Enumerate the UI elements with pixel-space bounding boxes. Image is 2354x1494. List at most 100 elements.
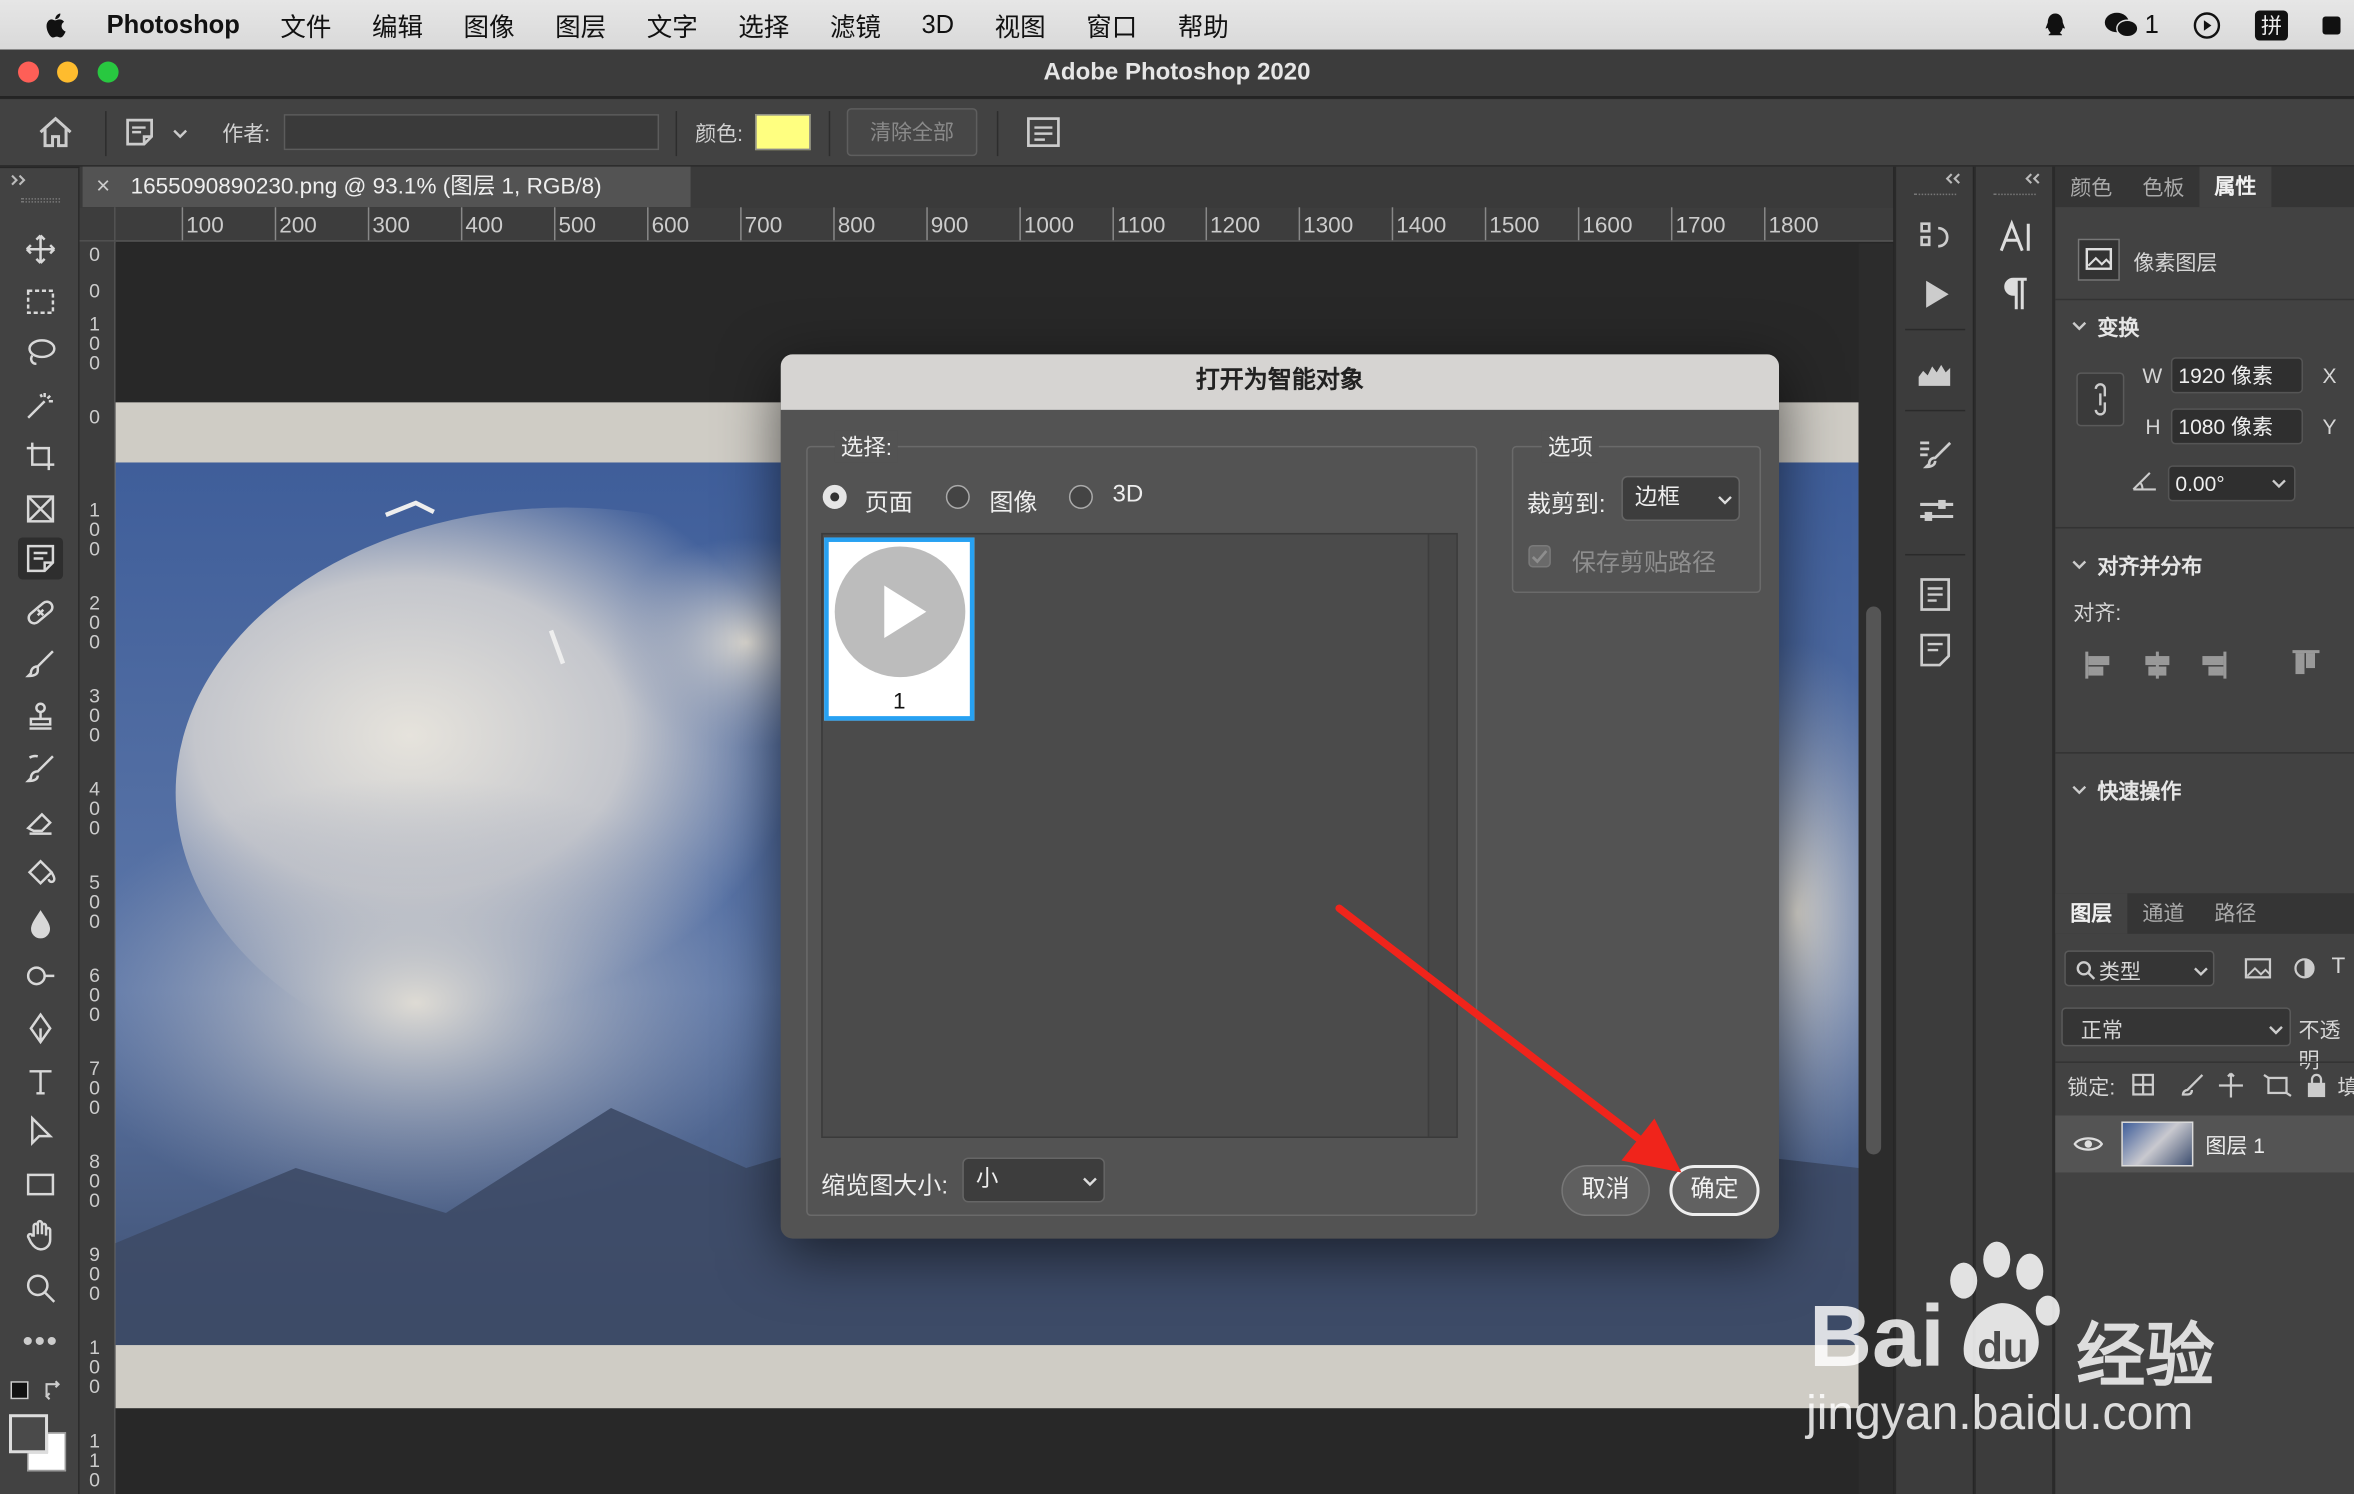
magic-wand-tool-icon[interactable] bbox=[18, 384, 63, 426]
page-thumbnail[interactable]: 1 bbox=[824, 537, 975, 721]
zoom-tool-icon[interactable] bbox=[18, 1267, 63, 1309]
chevron-down-icon[interactable] bbox=[2070, 317, 2088, 335]
home-icon[interactable] bbox=[36, 116, 75, 149]
character-panel-icon[interactable] bbox=[1997, 218, 2036, 257]
actions-panel-icon[interactable] bbox=[1920, 278, 1953, 311]
radio-3d[interactable] bbox=[1068, 484, 1093, 509]
zoom-window-button[interactable] bbox=[97, 61, 119, 83]
tab-layers[interactable]: 图层 bbox=[2055, 893, 2128, 934]
ruler-origin[interactable] bbox=[79, 207, 116, 242]
move-tool-icon[interactable] bbox=[18, 228, 63, 270]
radio-page-label[interactable]: 页面 bbox=[865, 482, 913, 518]
adjustments-icon[interactable] bbox=[1917, 495, 1956, 531]
chevron-down-icon[interactable] bbox=[2070, 555, 2088, 573]
history-brush-tool-icon[interactable] bbox=[18, 748, 63, 790]
radio-image[interactable] bbox=[945, 484, 970, 509]
tab-color[interactable]: 颜色 bbox=[2055, 172, 2127, 202]
layer-name[interactable]: 图层 1 bbox=[2205, 1130, 2265, 1160]
dodge-tool-icon[interactable] bbox=[18, 955, 63, 997]
layer-filter-select[interactable]: 类型 bbox=[2064, 950, 2215, 987]
tab-swatches[interactable]: 色板 bbox=[2127, 172, 2199, 202]
marquee-tool-icon[interactable] bbox=[18, 281, 63, 323]
note-color-swatch[interactable] bbox=[755, 114, 811, 151]
histogram-panel-icon[interactable] bbox=[1916, 359, 1955, 389]
brush-settings-icon[interactable] bbox=[1917, 437, 1953, 473]
tab-paths[interactable]: 路径 bbox=[2199, 893, 2271, 934]
minimize-window-button[interactable] bbox=[57, 61, 79, 83]
menu-filter[interactable]: 滤镜 bbox=[830, 6, 881, 44]
blur-tool-icon[interactable] bbox=[18, 904, 63, 946]
height-field[interactable]: 1080 像素 bbox=[2170, 408, 2303, 445]
document-tab[interactable]: × 1655090890230.png @ 93.1% (图层 1, RGB/8… bbox=[82, 166, 691, 208]
collapse-dock-2-icon[interactable] bbox=[2021, 171, 2042, 186]
chevron-down-icon[interactable] bbox=[2070, 781, 2088, 799]
menu-window[interactable]: 窗口 bbox=[1086, 6, 1137, 44]
filter-adjustment-icon[interactable] bbox=[2292, 956, 2316, 980]
menu-image[interactable]: 图像 bbox=[464, 6, 515, 44]
menu-layer[interactable]: 图层 bbox=[555, 6, 606, 44]
swap-colors-icon[interactable] bbox=[42, 1378, 66, 1402]
filter-type-icon[interactable]: T bbox=[2332, 953, 2346, 979]
default-colors-icon[interactable] bbox=[10, 1381, 29, 1400]
visibility-eye-icon[interactable] bbox=[2073, 1133, 2104, 1154]
collapse-dock-icon[interactable] bbox=[1941, 171, 1962, 186]
paragraph-styles-icon[interactable] bbox=[1919, 576, 1952, 612]
more-tools-icon[interactable]: ••• bbox=[18, 1321, 63, 1363]
foreground-color-swatch[interactable] bbox=[9, 1414, 49, 1454]
close-window-button[interactable] bbox=[18, 61, 40, 83]
history-panel-icon[interactable] bbox=[1917, 219, 1953, 255]
menu-type[interactable]: 文字 bbox=[647, 6, 698, 44]
clear-all-button[interactable]: 清除全部 bbox=[846, 108, 978, 157]
menu-view[interactable]: 视图 bbox=[995, 6, 1046, 44]
menu-help[interactable]: 帮助 bbox=[1178, 6, 1229, 44]
quick-actions-title[interactable]: 快速操作 bbox=[2097, 776, 2181, 806]
expand-icon[interactable] bbox=[9, 173, 30, 188]
brush-tool-icon[interactable] bbox=[18, 643, 63, 685]
ime-indicator[interactable]: 拼 bbox=[2254, 9, 2288, 40]
notes-panel-icon[interactable] bbox=[1025, 116, 1061, 149]
eraser-tool-icon[interactable] bbox=[18, 800, 63, 842]
preserve-clipping-checkbox[interactable] bbox=[1528, 544, 1551, 568]
menu-file[interactable]: 文件 bbox=[280, 6, 331, 44]
lasso-tool-icon[interactable] bbox=[18, 332, 63, 374]
rectangle-tool-icon[interactable] bbox=[18, 1164, 63, 1206]
tab-channels[interactable]: 通道 bbox=[2127, 893, 2199, 934]
close-tab-icon[interactable]: × bbox=[96, 167, 110, 208]
crop-to-select[interactable]: 边框 bbox=[1621, 475, 1741, 521]
scroll-thumb[interactable] bbox=[1866, 606, 1882, 1155]
note-tool-active-icon[interactable] bbox=[18, 537, 64, 580]
pen-tool-icon[interactable] bbox=[18, 1007, 63, 1049]
path-selection-tool-icon[interactable] bbox=[18, 1111, 63, 1153]
frame-tool-icon[interactable] bbox=[18, 488, 63, 530]
link-dimensions-button[interactable] bbox=[2076, 372, 2125, 427]
align-section-title[interactable]: 对齐并分布 bbox=[2097, 551, 2202, 581]
play-circle-icon[interactable] bbox=[2192, 10, 2222, 40]
chevron-down-icon[interactable] bbox=[2270, 476, 2288, 491]
width-field[interactable]: 1920 像素 bbox=[2170, 357, 2303, 394]
menu-3d[interactable]: 3D bbox=[921, 10, 954, 40]
layer-row[interactable]: 图层 1 bbox=[2055, 1115, 2354, 1173]
chevron-down-icon[interactable] bbox=[171, 126, 189, 141]
filter-pixel-icon[interactable] bbox=[2244, 956, 2272, 980]
menu-select[interactable]: 选择 bbox=[738, 6, 789, 44]
thumbnail-size-select[interactable]: 小 bbox=[962, 1157, 1105, 1203]
menu-edit[interactable]: 编辑 bbox=[372, 6, 423, 44]
radio-image-label[interactable]: 图像 bbox=[989, 482, 1037, 518]
note-tool-icon[interactable] bbox=[125, 117, 155, 147]
type-tool-icon[interactable] bbox=[18, 1060, 63, 1102]
align-buttons[interactable] bbox=[2082, 647, 2352, 683]
radio-page[interactable] bbox=[822, 484, 847, 509]
transform-section-title[interactable]: 变换 bbox=[2097, 312, 2139, 342]
notes-panel-icon-2[interactable] bbox=[1919, 632, 1952, 668]
hand-tool-icon[interactable] bbox=[18, 1215, 63, 1257]
author-input[interactable] bbox=[283, 114, 660, 151]
blend-mode-select[interactable]: 正常 bbox=[2061, 1007, 2291, 1047]
stamp-tool-icon[interactable] bbox=[18, 695, 63, 737]
radio-3d-label[interactable]: 3D bbox=[1112, 482, 1143, 509]
wechat-status[interactable]: 1 bbox=[2103, 10, 2159, 40]
apple-icon[interactable] bbox=[41, 10, 71, 40]
menu-app[interactable]: Photoshop bbox=[107, 10, 240, 40]
healing-brush-tool-icon[interactable] bbox=[18, 592, 63, 634]
crop-tool-icon[interactable] bbox=[18, 435, 63, 477]
paint-bucket-tool-icon[interactable] bbox=[18, 851, 63, 893]
